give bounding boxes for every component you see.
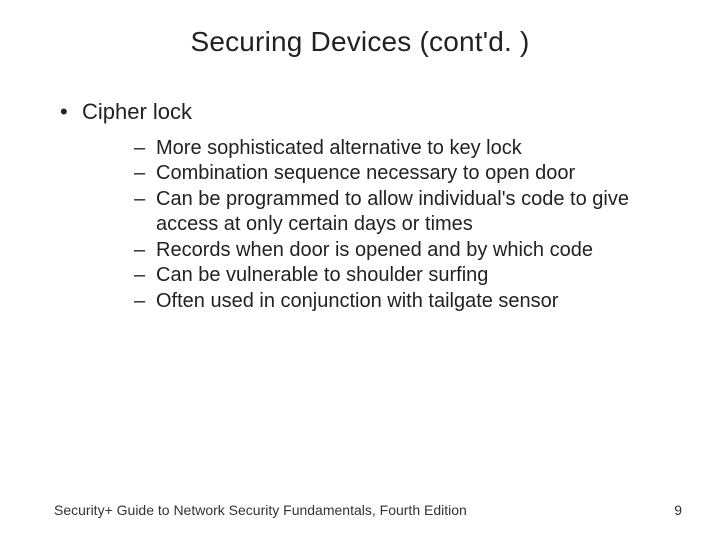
list-item: Can be programmed to allow individual's … [134,187,670,238]
slide: Securing Devices (cont'd. ) Cipher lock … [0,0,720,540]
list-item: More sophisticated alternative to key lo… [134,136,670,162]
bullet-list-level1: Cipher lock More sophisticated alternati… [58,98,670,315]
page-number: 9 [674,502,682,518]
list-item: Can be vulnerable to shoulder surfing [134,263,670,289]
list-item: Combination sequence necessary to open d… [134,161,670,187]
list-item: Cipher lock More sophisticated alternati… [58,98,670,315]
bullet-label: Cipher lock [82,99,192,124]
list-item: Often used in conjunction with tailgate … [134,289,670,315]
slide-content: Cipher lock More sophisticated alternati… [0,98,720,315]
slide-title: Securing Devices (cont'd. ) [0,26,720,58]
bullet-list-level2: More sophisticated alternative to key lo… [82,136,670,315]
list-item: Records when door is opened and by which… [134,238,670,264]
slide-footer: Security+ Guide to Network Security Fund… [54,502,682,518]
footer-text: Security+ Guide to Network Security Fund… [54,502,467,518]
